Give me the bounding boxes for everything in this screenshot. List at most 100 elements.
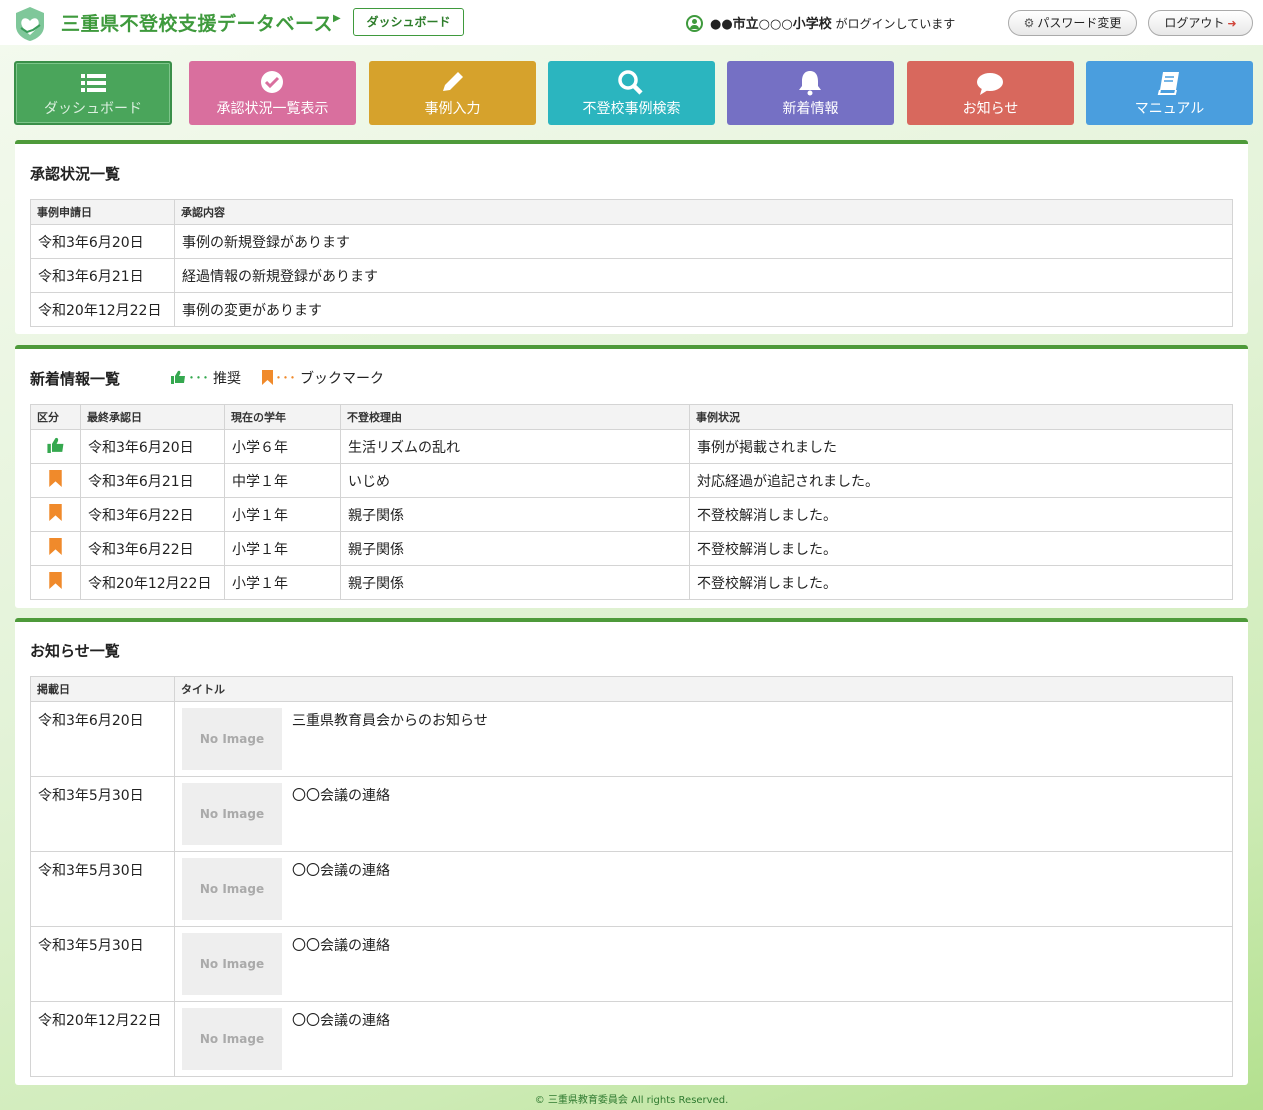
- nav-notices-button[interactable]: お知らせ: [907, 61, 1074, 125]
- book-icon: [1157, 72, 1179, 95]
- table-row[interactable]: 令和3年6月22日 小学１年 親子関係 不登校解消しました。: [30, 497, 1233, 532]
- status-cell[interactable]: 事例が掲載されました: [689, 429, 1233, 464]
- type-cell: [30, 463, 81, 498]
- column-header: 事例状況: [689, 404, 1233, 430]
- breadcrumb-arrow-icon: ▶: [333, 13, 341, 24]
- notice-title-link[interactable]: 〇〇会議の連絡: [292, 1010, 390, 1030]
- approval-date-cell: 令和3年6月20日: [80, 429, 225, 464]
- table-row[interactable]: 令和3年6月21日 中学１年 いじめ 対応経過が追記されました。: [30, 463, 1233, 498]
- notice-date-cell: 令和20年12月22日: [30, 1001, 175, 1077]
- login-suffix: がログインしています: [835, 17, 956, 31]
- bookmark-icon: [49, 470, 62, 487]
- reason-cell: 親子関係: [340, 531, 690, 566]
- news-panel: 新着情報一覧 ･･･ 推奨 ･･･ ブックマーク 区分 最終承認日 現在の学年 不登…: [15, 345, 1248, 608]
- nav-approval-list-label: 承認状況一覧表示: [216, 101, 329, 117]
- table-row[interactable]: 令和3年6月22日 小学１年 親子関係 不登校解消しました。: [30, 531, 1233, 566]
- column-header: 承認内容: [174, 199, 1233, 225]
- nav-manual-button[interactable]: マニュアル: [1086, 61, 1253, 125]
- table-row[interactable]: 令和20年12月22日 No Image 〇〇会議の連絡: [30, 1001, 1233, 1077]
- user-icon: [686, 15, 703, 32]
- notice-title-cell[interactable]: No Image 〇〇会議の連絡: [174, 851, 1233, 927]
- site-title[interactable]: 三重県不登校支援データベース: [61, 9, 333, 36]
- approval-panel-title: 承認状況一覧: [30, 165, 121, 183]
- table-row[interactable]: 令和20年12月22日 事例の変更があります: [30, 292, 1233, 327]
- status-cell[interactable]: 不登校解消しました。: [689, 497, 1233, 532]
- notice-title-link[interactable]: 三重県教育員会からのお知らせ: [292, 710, 488, 730]
- status-cell[interactable]: 不登校解消しました。: [689, 565, 1233, 600]
- type-cell: [30, 497, 81, 532]
- notices-panel-title: お知らせ一覧: [30, 642, 120, 660]
- approval-date-cell: 令和3年6月22日: [80, 531, 225, 566]
- notice-title-link[interactable]: 〇〇会議の連絡: [292, 785, 390, 805]
- notice-title-cell[interactable]: No Image 〇〇会議の連絡: [174, 1001, 1233, 1077]
- main-nav: ダッシュボード 承認状況一覧表示 事例入力 不登校事例検索 新着情報 お知らせ: [0, 61, 1263, 125]
- table-row[interactable]: 令和20年12月22日 小学１年 親子関係 不登校解消しました。: [30, 565, 1233, 600]
- legend-recommend: ･･･ 推奨: [171, 368, 241, 388]
- status-cell[interactable]: 対応経過が追記されました。: [689, 463, 1233, 498]
- nav-dashboard-label: ダッシュボード: [44, 101, 142, 117]
- approval-date-cell: 令和3年6月22日: [80, 497, 225, 532]
- nav-case-search-button[interactable]: 不登校事例検索: [548, 61, 715, 125]
- password-change-button[interactable]: ⚙ パスワード変更: [1008, 10, 1137, 36]
- nav-case-entry-button[interactable]: 事例入力: [369, 61, 536, 125]
- no-image-placeholder: No Image: [182, 858, 282, 920]
- reason-cell: 生活リズムの乱れ: [340, 429, 690, 464]
- nav-approval-list-button[interactable]: 承認状況一覧表示: [189, 61, 356, 125]
- approval-content-cell[interactable]: 事例の新規登録があります: [174, 224, 1233, 259]
- table-row[interactable]: 令和3年6月21日 経過情報の新規登録があります: [30, 258, 1233, 293]
- column-header: 不登校理由: [340, 404, 690, 430]
- nav-news-button[interactable]: 新着情報: [727, 61, 894, 125]
- table-row[interactable]: 令和3年6月20日 No Image 三重県教育員会からのお知らせ: [30, 701, 1233, 777]
- status-cell[interactable]: 不登校解消しました。: [689, 531, 1233, 566]
- nav-manual-label: マニュアル: [1134, 101, 1205, 117]
- column-header: タイトル: [174, 676, 1233, 702]
- table-row[interactable]: 令和3年6月20日 事例の新規登録があります: [30, 224, 1233, 259]
- news-panel-title: 新着情報一覧: [30, 370, 121, 388]
- notice-title-cell[interactable]: No Image 〇〇会議の連絡: [174, 776, 1233, 852]
- notice-date-cell: 令和3年5月30日: [30, 776, 175, 852]
- type-cell: [30, 565, 81, 600]
- table-row[interactable]: 令和3年5月30日 No Image 〇〇会議の連絡: [30, 926, 1233, 1002]
- column-header: 事例申請日: [30, 199, 175, 225]
- approval-content-cell[interactable]: 経過情報の新規登録があります: [174, 258, 1233, 293]
- news-table: 区分 最終承認日 現在の学年 不登校理由 事例状況 令和3年6月20日 小学６年…: [30, 404, 1233, 600]
- no-image-placeholder: No Image: [182, 708, 282, 770]
- approval-status-panel: 承認状況一覧 事例申請日 承認内容 令和3年6月20日 事例の新規登録があります…: [15, 140, 1248, 334]
- notice-title-link[interactable]: 〇〇会議の連絡: [292, 935, 390, 955]
- bookmark-icon: [49, 572, 62, 589]
- check-circle-icon: [261, 71, 283, 93]
- grade-cell: 小学１年: [224, 565, 341, 600]
- list-icon: [81, 74, 106, 92]
- bookmark-icon: [262, 370, 273, 385]
- legend-recommend-dots: ･･･: [188, 371, 209, 387]
- nav-notices-label: お知らせ: [962, 101, 1019, 117]
- type-cell: [30, 429, 81, 464]
- notices-table: 掲載日 タイトル 令和3年6月20日 No Image 三重県教育員会からのお知ら…: [30, 676, 1233, 1077]
- sign-out-icon: ➜: [1227, 17, 1237, 30]
- nav-case-search-label: 不登校事例検索: [582, 101, 681, 117]
- reason-cell: いじめ: [340, 463, 690, 498]
- notice-title-link[interactable]: 〇〇会議の連絡: [292, 860, 390, 880]
- speech-bubble-icon: [977, 73, 1003, 95]
- bookmark-icon: [49, 504, 62, 521]
- notice-title-cell[interactable]: No Image 三重県教育員会からのお知らせ: [174, 701, 1233, 777]
- breadcrumb-dashboard-button[interactable]: ダッシュボード: [353, 8, 464, 36]
- table-row[interactable]: 令和3年5月30日 No Image 〇〇会議の連絡: [30, 776, 1233, 852]
- table-row[interactable]: 令和3年5月30日 No Image 〇〇会議の連絡: [30, 851, 1233, 927]
- column-header: 現在の学年: [224, 404, 341, 430]
- logout-button[interactable]: ログアウト ➜: [1148, 10, 1253, 36]
- notice-title-cell[interactable]: No Image 〇〇会議の連絡: [174, 926, 1233, 1002]
- nav-dashboard-button[interactable]: ダッシュボード: [14, 61, 172, 125]
- approval-date-cell: 令和20年12月22日: [30, 292, 175, 327]
- approval-date-cell: 令和3年6月20日: [30, 224, 175, 259]
- table-row[interactable]: 令和3年6月20日 小学６年 生活リズムの乱れ 事例が掲載されました: [30, 429, 1233, 464]
- legend-bookmark: ･･･ ブックマーク: [262, 368, 384, 388]
- login-school-name: ●●市立○○○小学校: [710, 17, 832, 32]
- notice-date-cell: 令和3年5月30日: [30, 926, 175, 1002]
- header: 三重県不登校支援データベース ▶ ダッシュボード ●●市立○○○小学校 がログイ…: [0, 0, 1263, 45]
- approval-content-cell[interactable]: 事例の変更があります: [174, 292, 1233, 327]
- thumbs-up-icon: [46, 437, 63, 453]
- pencil-icon: [443, 72, 463, 91]
- thumbs-up-icon: [171, 370, 185, 384]
- notices-panel: お知らせ一覧 掲載日 タイトル 令和3年6月20日 No Image 三重県教育員…: [15, 618, 1248, 1085]
